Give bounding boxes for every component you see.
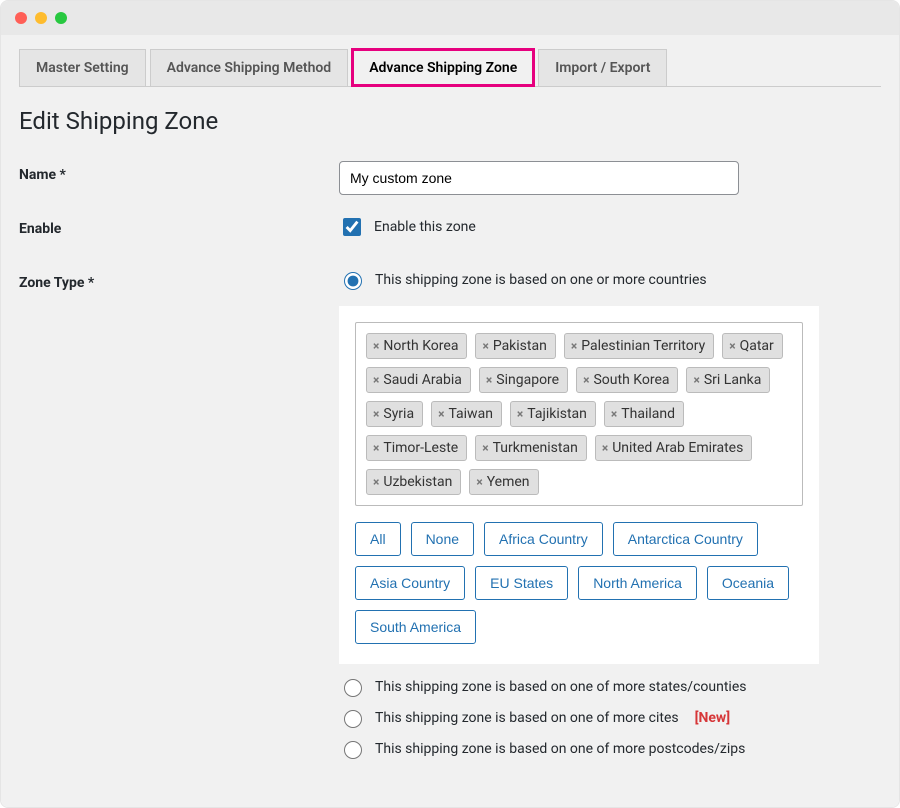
remove-icon[interactable]: × — [611, 408, 617, 420]
label-enable: Enable — [19, 215, 339, 237]
remove-icon[interactable]: × — [438, 408, 444, 420]
zone-type-label-cities: This shipping zone is based on one of mo… — [375, 710, 679, 726]
window-close-icon[interactable] — [15, 12, 27, 24]
country-tag[interactable]: × Saudi Arabia — [366, 367, 471, 393]
remove-icon[interactable]: × — [373, 340, 379, 352]
remove-icon[interactable]: × — [693, 374, 699, 386]
remove-icon[interactable]: × — [373, 408, 379, 420]
tab-advance-shipping-zone[interactable]: Advance Shipping Zone — [352, 49, 534, 86]
quick-select-eu-states[interactable]: EU States — [475, 566, 568, 600]
country-tag[interactable]: × Turkmenistan — [475, 435, 587, 461]
country-tag[interactable]: × Palestinian Territory — [564, 333, 714, 359]
enable-checkbox-label: Enable this zone — [374, 219, 476, 235]
country-tag-label: Taiwan — [448, 406, 492, 422]
country-tag-label: Palestinian Territory — [581, 338, 705, 354]
country-tag-label: United Arab Emirates — [612, 440, 743, 456]
quick-select-none[interactable]: None — [411, 522, 474, 556]
quick-select-south-america[interactable]: South America — [355, 610, 476, 644]
zone-type-option-states[interactable]: This shipping zone is based on one of mo… — [339, 676, 881, 697]
enable-checkbox[interactable] — [343, 218, 361, 236]
row-zone-type: Zone Type * This shipping zone is based … — [19, 269, 881, 769]
quick-select-all[interactable]: All — [355, 522, 401, 556]
row-enable: Enable Enable this zone — [19, 215, 881, 249]
remove-icon[interactable]: × — [729, 340, 735, 352]
remove-icon[interactable]: × — [602, 442, 608, 454]
name-input[interactable] — [339, 161, 739, 195]
country-tag-label: Tajikistan — [527, 406, 587, 422]
country-tag-label: Sri Lanka — [704, 372, 762, 388]
country-tag[interactable]: × United Arab Emirates — [595, 435, 752, 461]
remove-icon[interactable]: × — [482, 340, 488, 352]
country-tag-box[interactable]: × North Korea × Pakistan × Palestinian Territ… — [355, 322, 803, 506]
country-tag[interactable]: × Timor-Leste — [366, 435, 467, 461]
country-tag-label: Turkmenistan — [493, 440, 578, 456]
country-tag[interactable]: × Sri Lanka — [686, 367, 770, 393]
zone-type-option-countries[interactable]: This shipping zone is based on one or mo… — [339, 269, 881, 290]
quick-select-oceania[interactable]: Oceania — [707, 566, 789, 600]
window-minimize-icon[interactable] — [35, 12, 47, 24]
zone-type-radio-postcodes[interactable] — [344, 741, 362, 759]
zone-type-option-postcodes[interactable]: This shipping zone is based on one of mo… — [339, 738, 881, 759]
new-badge: [New] — [695, 710, 730, 726]
tab-advance-shipping-method[interactable]: Advance Shipping Method — [150, 49, 349, 86]
country-tag-label: South Korea — [593, 372, 669, 388]
tab-import-export[interactable]: Import / Export — [538, 49, 667, 86]
remove-icon[interactable]: × — [476, 476, 482, 488]
zone-type-label-countries: This shipping zone is based on one or mo… — [375, 272, 707, 288]
app-window: Master SettingAdvance Shipping MethodAdv… — [0, 0, 900, 808]
country-tag[interactable]: × Uzbekistan — [366, 469, 461, 495]
window-titlebar — [1, 1, 899, 35]
label-zone-type: Zone Type * — [19, 269, 339, 291]
country-tag[interactable]: × Thailand — [604, 401, 684, 427]
remove-icon[interactable]: × — [583, 374, 589, 386]
remove-icon[interactable]: × — [373, 442, 379, 454]
quick-select-africa-country[interactable]: Africa Country — [484, 522, 603, 556]
zone-type-radio-states[interactable] — [344, 679, 362, 697]
label-name: Name * — [19, 161, 339, 183]
country-tag[interactable]: × Taiwan — [431, 401, 502, 427]
country-tag-label: Saudi Arabia — [383, 372, 462, 388]
remove-icon[interactable]: × — [486, 374, 492, 386]
quick-select-asia-country[interactable]: Asia Country — [355, 566, 465, 600]
country-tag[interactable]: × South Korea — [576, 367, 678, 393]
country-tag-label: Thailand — [621, 406, 675, 422]
zone-type-radio-countries[interactable] — [344, 272, 362, 290]
country-tag[interactable]: × Pakistan — [475, 333, 555, 359]
country-tag[interactable]: × Qatar — [722, 333, 783, 359]
country-tag[interactable]: × Tajikistan — [510, 401, 596, 427]
tab-bar: Master SettingAdvance Shipping MethodAdv… — [19, 49, 881, 87]
remove-icon[interactable]: × — [571, 340, 577, 352]
country-tag-label: Pakistan — [493, 338, 547, 354]
page-content: Master SettingAdvance Shipping MethodAdv… — [1, 35, 899, 807]
zone-type-option-cities[interactable]: This shipping zone is based on one of mo… — [339, 707, 881, 728]
country-tag-label: Singapore — [496, 372, 559, 388]
country-tag-label: North Korea — [383, 338, 458, 354]
country-tag-label: Qatar — [740, 338, 774, 354]
country-tag-label: Yemen — [487, 474, 530, 490]
window-zoom-icon[interactable] — [55, 12, 67, 24]
tab-master-setting[interactable]: Master Setting — [19, 49, 146, 86]
quick-select-north-america[interactable]: North America — [578, 566, 697, 600]
quick-select-row: All None Africa Country Antarctica Country A… — [355, 522, 803, 644]
remove-icon[interactable]: × — [373, 374, 379, 386]
country-tag-label: Syria — [383, 406, 414, 422]
zone-type-label-postcodes: This shipping zone is based on one of mo… — [375, 741, 745, 757]
country-tag[interactable]: × North Korea — [366, 333, 467, 359]
quick-select-antarctica-country[interactable]: Antarctica Country — [613, 522, 758, 556]
zone-type-label-states: This shipping zone is based on one of mo… — [375, 679, 746, 695]
remove-icon[interactable]: × — [373, 476, 379, 488]
zone-type-radio-cities[interactable] — [344, 710, 362, 728]
page-title: Edit Shipping Zone — [19, 107, 881, 135]
country-tag[interactable]: × Syria — [366, 401, 423, 427]
remove-icon[interactable]: × — [482, 442, 488, 454]
countries-panel: × North Korea × Pakistan × Palestinian Territ… — [339, 306, 819, 664]
country-tag-label: Uzbekistan — [383, 474, 452, 490]
row-name: Name * — [19, 161, 881, 195]
remove-icon[interactable]: × — [517, 408, 523, 420]
country-tag-label: Timor-Leste — [383, 440, 458, 456]
country-tag[interactable]: × Singapore — [479, 367, 568, 393]
country-tag[interactable]: × Yemen — [469, 469, 538, 495]
